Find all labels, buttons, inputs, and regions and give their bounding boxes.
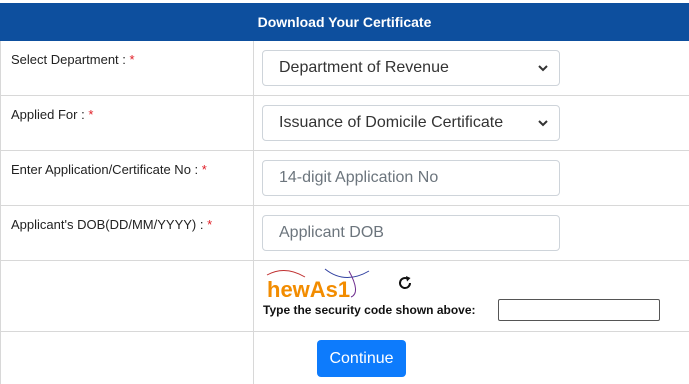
- continue-button[interactable]: Continue: [317, 340, 406, 377]
- applied-for-row: Applied For : * Issuance of Domicile Cer…: [0, 96, 689, 151]
- form-table: Select Department : * Department of Reve…: [0, 41, 689, 332]
- applied-for-label: Applied For : *: [11, 107, 94, 122]
- application-no-label: Enter Application/Certificate No : *: [11, 162, 207, 177]
- svg-text:hewAs1: hewAs1: [267, 277, 350, 301]
- department-label: Select Department : *: [11, 52, 135, 67]
- required-asterisk: *: [129, 52, 135, 67]
- application-no-row: Enter Application/Certificate No : * 14-…: [0, 151, 689, 206]
- certificate-download-page: Download Your Certificate Select Departm…: [0, 0, 689, 384]
- required-asterisk: *: [88, 107, 94, 122]
- form-header: Download Your Certificate: [0, 3, 689, 41]
- applied-for-select[interactable]: Issuance of Domicile Certificate: [262, 105, 560, 141]
- security-code-input[interactable]: [498, 299, 660, 321]
- captcha-image: hewAs1: [266, 268, 370, 301]
- dob-label: Applicant's DOB(DD/MM/YYYY) : *: [11, 217, 213, 232]
- required-asterisk: *: [207, 217, 213, 232]
- application-no-input[interactable]: 14-digit Application No: [262, 160, 560, 196]
- dob-row: Applicant's DOB(DD/MM/YYYY) : * Applican…: [0, 206, 689, 261]
- department-row: Select Department : * Department of Reve…: [0, 41, 689, 96]
- chevron-down-icon: [538, 65, 548, 72]
- captcha-row: hewAs1 Type the security code shown abov…: [0, 261, 689, 332]
- form-title: Download Your Certificate: [257, 14, 432, 30]
- refresh-icon[interactable]: [396, 274, 414, 292]
- required-asterisk: *: [201, 162, 207, 177]
- security-code-label: Type the security code shown above:: [263, 303, 476, 317]
- department-select[interactable]: Department of Revenue: [262, 50, 560, 86]
- dob-input[interactable]: Applicant DOB: [262, 215, 560, 251]
- chevron-down-icon: [538, 120, 548, 127]
